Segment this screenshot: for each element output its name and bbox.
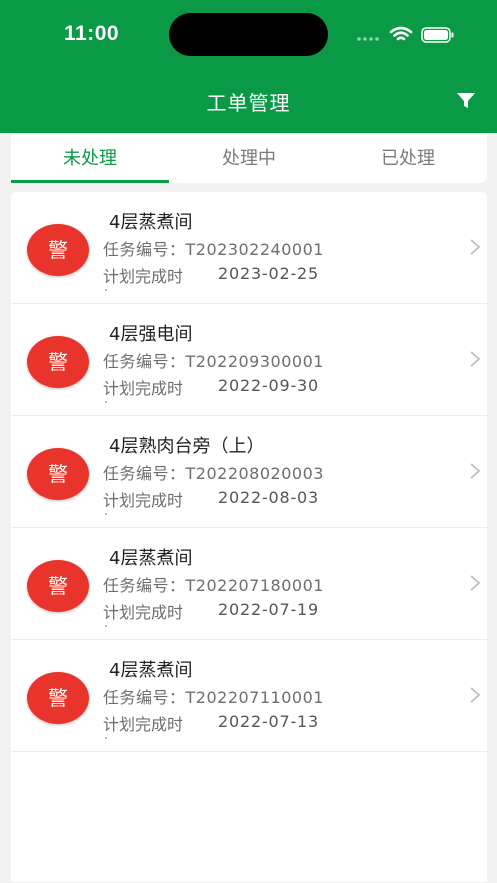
status-icons	[357, 26, 454, 43]
app-header: 11:00 工单管理	[0, 0, 497, 133]
divider-dot	[105, 289, 107, 291]
order-code: 任务编号：T202302240001	[103, 240, 324, 259]
work-order-list: 警 4层蒸煮间 任务编号：T202302240001 计划完成时 2023-02…	[11, 192, 487, 882]
alarm-badge: 警	[27, 336, 89, 388]
order-location: 4层蒸煮间	[109, 660, 193, 681]
work-order-row[interactable]: 警 4层蒸煮间 任务编号：T202207110001 计划完成时 2022-07…	[11, 640, 487, 752]
order-location: 4层蒸煮间	[109, 548, 193, 569]
wifi-icon	[389, 26, 413, 41]
chevron-right-icon	[470, 239, 481, 255]
plan-label: 计划完成时	[103, 267, 184, 286]
tab-processing[interactable]: 处理中	[170, 135, 328, 183]
tab-processed[interactable]: 已处理	[329, 135, 487, 183]
filter-icon[interactable]	[456, 92, 476, 110]
plan-label: 计划完成时	[103, 379, 184, 398]
chevron-right-icon	[470, 687, 481, 703]
plan-date: 2022-07-19	[218, 600, 319, 619]
alarm-badge: 警	[27, 448, 89, 500]
plan-label: 计划完成时	[103, 603, 184, 622]
page-title: 工单管理	[206, 91, 291, 115]
order-code: 任务编号：T202207110001	[103, 688, 324, 707]
work-order-row[interactable]: 警 4层熟肉台旁（上） 任务编号：T202208020003 计划完成时 202…	[11, 416, 487, 528]
work-order-row[interactable]: 警 4层强电间 任务编号：T202209300001 计划完成时 2022-09…	[11, 304, 487, 416]
order-location: 4层强电间	[109, 324, 193, 345]
alarm-badge: 警	[27, 224, 89, 276]
active-tab-indicator	[11, 180, 169, 183]
alarm-badge: 警	[27, 672, 89, 724]
divider-dot	[105, 513, 107, 515]
order-code: 任务编号：T202209300001	[103, 352, 324, 371]
battery-icon	[421, 27, 454, 43]
plan-date: 2022-07-13	[218, 712, 319, 731]
chevron-right-icon	[470, 463, 481, 479]
cellular-icon	[357, 37, 379, 41]
plan-label: 计划完成时	[103, 491, 184, 510]
plan-label: 计划完成时	[103, 715, 184, 734]
dynamic-island	[169, 13, 328, 56]
plan-date: 2023-02-25	[218, 264, 319, 283]
work-order-row[interactable]: 警 4层蒸煮间 任务编号：T202302240001 计划完成时 2023-02…	[11, 192, 487, 304]
plan-date: 2022-09-30	[218, 376, 319, 395]
divider-dot	[105, 737, 107, 739]
order-code: 任务编号：T202207180001	[103, 576, 324, 595]
status-tabs: 未处理 处理中 已处理	[11, 135, 487, 183]
order-location: 4层熟肉台旁（上）	[109, 436, 265, 457]
work-order-row[interactable]: 警 4层蒸煮间 任务编号：T202207180001 计划完成时 2022-07…	[11, 528, 487, 640]
status-time: 11:00	[64, 22, 120, 45]
tab-unprocessed[interactable]: 未处理	[11, 135, 169, 183]
order-code: 任务编号：T202208020003	[103, 464, 324, 483]
plan-date: 2022-08-03	[218, 488, 319, 507]
alarm-badge: 警	[27, 560, 89, 612]
chevron-right-icon	[470, 575, 481, 591]
divider-dot	[105, 401, 107, 403]
order-location: 4层蒸煮间	[109, 212, 193, 233]
divider-dot	[105, 625, 107, 627]
chevron-right-icon	[470, 351, 481, 367]
